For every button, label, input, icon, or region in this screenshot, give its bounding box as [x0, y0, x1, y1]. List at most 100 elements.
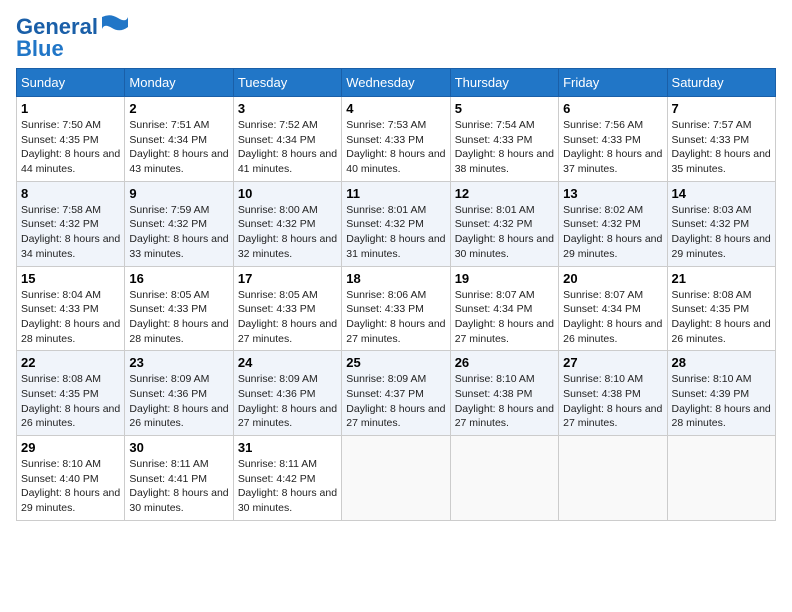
day-info: Sunrise: 8:05 AMSunset: 4:33 PMDaylight:… [238, 289, 337, 345]
calendar-cell: 6 Sunrise: 7:56 AMSunset: 4:33 PMDayligh… [559, 97, 667, 182]
calendar-cell: 25 Sunrise: 8:09 AMSunset: 4:37 PMDaylig… [342, 351, 450, 436]
day-info: Sunrise: 7:53 AMSunset: 4:33 PMDaylight:… [346, 119, 445, 175]
day-info: Sunrise: 8:05 AMSunset: 4:33 PMDaylight:… [129, 289, 228, 345]
weekday-header-monday: Monday [125, 69, 233, 97]
page-header: General Blue [16, 16, 776, 60]
calendar-cell: 7 Sunrise: 7:57 AMSunset: 4:33 PMDayligh… [667, 97, 775, 182]
calendar-cell: 8 Sunrise: 7:58 AMSunset: 4:32 PMDayligh… [17, 181, 125, 266]
day-number: 3 [238, 101, 337, 116]
calendar-cell: 29 Sunrise: 8:10 AMSunset: 4:40 PMDaylig… [17, 436, 125, 521]
day-number: 20 [563, 271, 662, 286]
weekday-header-saturday: Saturday [667, 69, 775, 97]
day-info: Sunrise: 7:57 AMSunset: 4:33 PMDaylight:… [672, 119, 771, 175]
logo-text: General [16, 16, 98, 38]
calendar-week-row: 29 Sunrise: 8:10 AMSunset: 4:40 PMDaylig… [17, 436, 776, 521]
day-info: Sunrise: 8:09 AMSunset: 4:36 PMDaylight:… [129, 373, 228, 429]
day-number: 5 [455, 101, 554, 116]
calendar-week-row: 8 Sunrise: 7:58 AMSunset: 4:32 PMDayligh… [17, 181, 776, 266]
day-number: 1 [21, 101, 120, 116]
day-number: 31 [238, 440, 337, 455]
calendar-cell: 20 Sunrise: 8:07 AMSunset: 4:34 PMDaylig… [559, 266, 667, 351]
calendar-cell: 15 Sunrise: 8:04 AMSunset: 4:33 PMDaylig… [17, 266, 125, 351]
calendar-cell: 3 Sunrise: 7:52 AMSunset: 4:34 PMDayligh… [233, 97, 341, 182]
logo-icon [100, 15, 130, 35]
day-number: 7 [672, 101, 771, 116]
day-number: 13 [563, 186, 662, 201]
day-info: Sunrise: 8:03 AMSunset: 4:32 PMDaylight:… [672, 204, 771, 260]
day-info: Sunrise: 8:11 AMSunset: 4:42 PMDaylight:… [238, 458, 337, 514]
calendar-cell [342, 436, 450, 521]
day-info: Sunrise: 7:56 AMSunset: 4:33 PMDaylight:… [563, 119, 662, 175]
day-number: 25 [346, 355, 445, 370]
day-info: Sunrise: 7:54 AMSunset: 4:33 PMDaylight:… [455, 119, 554, 175]
day-number: 17 [238, 271, 337, 286]
calendar-cell: 30 Sunrise: 8:11 AMSunset: 4:41 PMDaylig… [125, 436, 233, 521]
calendar-cell [559, 436, 667, 521]
calendar-cell [450, 436, 558, 521]
logo-blue-text: Blue [16, 38, 64, 60]
day-number: 22 [21, 355, 120, 370]
day-number: 15 [21, 271, 120, 286]
logo: General Blue [16, 16, 130, 60]
calendar-cell: 12 Sunrise: 8:01 AMSunset: 4:32 PMDaylig… [450, 181, 558, 266]
calendar-cell: 21 Sunrise: 8:08 AMSunset: 4:35 PMDaylig… [667, 266, 775, 351]
weekday-header-sunday: Sunday [17, 69, 125, 97]
day-number: 21 [672, 271, 771, 286]
calendar-cell: 11 Sunrise: 8:01 AMSunset: 4:32 PMDaylig… [342, 181, 450, 266]
day-info: Sunrise: 8:04 AMSunset: 4:33 PMDaylight:… [21, 289, 120, 345]
day-number: 9 [129, 186, 228, 201]
day-number: 18 [346, 271, 445, 286]
day-info: Sunrise: 8:01 AMSunset: 4:32 PMDaylight:… [455, 204, 554, 260]
day-info: Sunrise: 8:06 AMSunset: 4:33 PMDaylight:… [346, 289, 445, 345]
calendar-week-row: 1 Sunrise: 7:50 AMSunset: 4:35 PMDayligh… [17, 97, 776, 182]
calendar-cell: 28 Sunrise: 8:10 AMSunset: 4:39 PMDaylig… [667, 351, 775, 436]
day-number: 30 [129, 440, 228, 455]
day-number: 19 [455, 271, 554, 286]
day-number: 12 [455, 186, 554, 201]
calendar-cell: 14 Sunrise: 8:03 AMSunset: 4:32 PMDaylig… [667, 181, 775, 266]
day-info: Sunrise: 8:08 AMSunset: 4:35 PMDaylight:… [21, 373, 120, 429]
day-number: 2 [129, 101, 228, 116]
calendar-cell: 27 Sunrise: 8:10 AMSunset: 4:38 PMDaylig… [559, 351, 667, 436]
calendar-cell: 24 Sunrise: 8:09 AMSunset: 4:36 PMDaylig… [233, 351, 341, 436]
weekday-header-friday: Friday [559, 69, 667, 97]
day-info: Sunrise: 7:52 AMSunset: 4:34 PMDaylight:… [238, 119, 337, 175]
day-number: 23 [129, 355, 228, 370]
calendar-cell: 26 Sunrise: 8:10 AMSunset: 4:38 PMDaylig… [450, 351, 558, 436]
day-info: Sunrise: 8:07 AMSunset: 4:34 PMDaylight:… [455, 289, 554, 345]
calendar-table: SundayMondayTuesdayWednesdayThursdayFrid… [16, 68, 776, 521]
weekday-header-row: SundayMondayTuesdayWednesdayThursdayFrid… [17, 69, 776, 97]
calendar-cell: 23 Sunrise: 8:09 AMSunset: 4:36 PMDaylig… [125, 351, 233, 436]
day-number: 8 [21, 186, 120, 201]
day-number: 28 [672, 355, 771, 370]
day-info: Sunrise: 8:08 AMSunset: 4:35 PMDaylight:… [672, 289, 771, 345]
day-info: Sunrise: 7:50 AMSunset: 4:35 PMDaylight:… [21, 119, 120, 175]
calendar-cell: 22 Sunrise: 8:08 AMSunset: 4:35 PMDaylig… [17, 351, 125, 436]
day-number: 24 [238, 355, 337, 370]
calendar-cell [667, 436, 775, 521]
calendar-cell: 4 Sunrise: 7:53 AMSunset: 4:33 PMDayligh… [342, 97, 450, 182]
day-info: Sunrise: 7:51 AMSunset: 4:34 PMDaylight:… [129, 119, 228, 175]
day-number: 10 [238, 186, 337, 201]
day-number: 16 [129, 271, 228, 286]
weekday-header-tuesday: Tuesday [233, 69, 341, 97]
day-info: Sunrise: 8:09 AMSunset: 4:36 PMDaylight:… [238, 373, 337, 429]
calendar-cell: 19 Sunrise: 8:07 AMSunset: 4:34 PMDaylig… [450, 266, 558, 351]
day-number: 4 [346, 101, 445, 116]
calendar-cell: 13 Sunrise: 8:02 AMSunset: 4:32 PMDaylig… [559, 181, 667, 266]
calendar-week-row: 15 Sunrise: 8:04 AMSunset: 4:33 PMDaylig… [17, 266, 776, 351]
weekday-header-wednesday: Wednesday [342, 69, 450, 97]
calendar-cell: 16 Sunrise: 8:05 AMSunset: 4:33 PMDaylig… [125, 266, 233, 351]
day-info: Sunrise: 8:10 AMSunset: 4:38 PMDaylight:… [455, 373, 554, 429]
day-info: Sunrise: 8:02 AMSunset: 4:32 PMDaylight:… [563, 204, 662, 260]
day-number: 26 [455, 355, 554, 370]
day-info: Sunrise: 8:07 AMSunset: 4:34 PMDaylight:… [563, 289, 662, 345]
day-info: Sunrise: 8:00 AMSunset: 4:32 PMDaylight:… [238, 204, 337, 260]
day-info: Sunrise: 8:10 AMSunset: 4:38 PMDaylight:… [563, 373, 662, 429]
day-info: Sunrise: 8:11 AMSunset: 4:41 PMDaylight:… [129, 458, 228, 514]
day-info: Sunrise: 8:09 AMSunset: 4:37 PMDaylight:… [346, 373, 445, 429]
calendar-cell: 10 Sunrise: 8:00 AMSunset: 4:32 PMDaylig… [233, 181, 341, 266]
calendar-cell: 17 Sunrise: 8:05 AMSunset: 4:33 PMDaylig… [233, 266, 341, 351]
calendar-week-row: 22 Sunrise: 8:08 AMSunset: 4:35 PMDaylig… [17, 351, 776, 436]
calendar-cell: 9 Sunrise: 7:59 AMSunset: 4:32 PMDayligh… [125, 181, 233, 266]
